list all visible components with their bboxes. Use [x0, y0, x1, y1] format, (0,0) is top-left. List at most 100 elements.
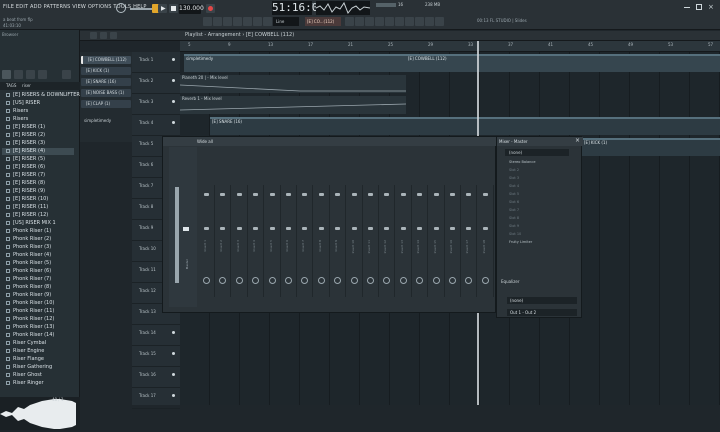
insert-led-icon[interactable] — [204, 193, 209, 196]
lock-icon[interactable] — [405, 17, 414, 26]
browser-item[interactable]: [E] RISER (6) — [6, 164, 45, 171]
mixer-insert-strip[interactable]: Insert 1 — [199, 185, 215, 297]
insert-fader-icon[interactable] — [335, 227, 341, 230]
browser-icon[interactable] — [385, 17, 394, 26]
effect-slot[interactable]: Slot 9 — [501, 223, 579, 230]
track-header[interactable]: Track 15 — [132, 346, 180, 367]
browser-item[interactable]: [E] RISERS & DOWNLIFTERS — [6, 92, 83, 99]
insert-route-knob[interactable] — [399, 277, 407, 284]
insert-led-icon[interactable] — [253, 193, 259, 196]
mic-icon[interactable] — [415, 17, 424, 26]
mixer-icon[interactable] — [375, 17, 384, 26]
close-icon[interactable]: × — [575, 137, 580, 144]
record-button[interactable] — [206, 4, 215, 13]
clip-kick[interactable]: [E] KICK (1) — [582, 138, 720, 156]
effect-slot[interactable]: Slot 4 — [501, 183, 579, 190]
mixer-view-label[interactable]: Wide all — [197, 139, 213, 144]
mixer-insert-strip[interactable]: Insert 15 — [429, 185, 445, 297]
insert-fader-icon[interactable] — [253, 227, 259, 230]
track-mute-icon[interactable] — [172, 352, 175, 355]
browser-item[interactable]: Phonk Riser (11) — [6, 308, 54, 315]
track-mute-icon[interactable] — [172, 373, 175, 376]
insert-route-knob[interactable] — [317, 277, 325, 284]
effect-slot[interactable]: Slot 6 — [501, 199, 579, 206]
browser-item[interactable]: Riser Flange — [6, 356, 44, 363]
wait-icon[interactable] — [213, 17, 222, 26]
insert-route-knob[interactable] — [481, 277, 489, 284]
browser-item[interactable]: Phonk Riser (6) — [6, 268, 51, 275]
song-position-clock[interactable]: 51:16:05 — [272, 1, 325, 15]
insert-route-knob[interactable] — [449, 277, 456, 284]
input-select[interactable]: (none) — [505, 149, 569, 156]
mixer-insert-strip[interactable]: Insert 12 — [379, 185, 396, 297]
blend-icon[interactable] — [253, 17, 262, 26]
mixer-insert-strip[interactable]: Insert 16 — [445, 185, 461, 297]
menu-add[interactable]: ADD — [30, 4, 42, 10]
insert-fader-icon[interactable] — [368, 227, 373, 230]
insert-route-knob[interactable] — [301, 277, 309, 284]
insert-route-knob[interactable] — [285, 277, 292, 284]
track-header[interactable]: Track 14 — [132, 325, 180, 346]
insert-route-knob[interactable] — [203, 277, 210, 284]
browser-item[interactable]: [E] RISER (5) — [6, 156, 45, 163]
insert-fader-icon[interactable] — [269, 227, 275, 230]
insert-route-knob[interactable] — [432, 277, 440, 284]
countdown-icon[interactable] — [223, 17, 232, 26]
news-panel[interactable]: 00:13 FL STUDIO | Slides — [477, 18, 527, 23]
insert-led-icon[interactable] — [220, 193, 226, 196]
browser-item[interactable]: Phonk Riser (12) — [6, 316, 54, 323]
browser-item[interactable]: Phonk Riser (5) — [6, 260, 51, 267]
browser-item[interactable]: [US] RISER — [6, 100, 40, 107]
clip-simpletimedy[interactable]: simpletimedy — [184, 54, 406, 72]
back-icon[interactable] — [14, 70, 23, 79]
browser-item[interactable]: Phonk Riser (2) — [6, 236, 51, 243]
insert-fader-icon[interactable] — [236, 227, 242, 230]
insert-route-knob[interactable] — [252, 277, 260, 284]
track-mute-icon[interactable] — [172, 121, 175, 124]
channel-rack-icon[interactable] — [365, 17, 374, 26]
effect-slot[interactable]: Slot 3 — [501, 175, 579, 182]
channel-item[interactable]: [E] NOISE BASS (1) — [81, 89, 131, 97]
browser-item[interactable]: [E] RISER (9) — [6, 188, 45, 195]
browser-item[interactable]: Riser Ghost — [6, 372, 42, 379]
channel-item[interactable]: [E] KICK (1) — [81, 67, 131, 75]
browser-item[interactable]: Phonk Riser (7) — [6, 276, 51, 283]
browser-item[interactable]: Phonk Riser (1) — [6, 228, 51, 235]
track-mute-icon[interactable] — [172, 79, 175, 82]
mixer-insert-strip[interactable]: Insert 10 — [347, 185, 363, 297]
channel-item[interactable]: [E] COWBELL (112) — [81, 56, 131, 64]
mixer-insert-strip[interactable]: Insert 9 — [330, 185, 347, 297]
mixer-insert-strip[interactable]: Insert 2 — [215, 185, 232, 297]
menu-patterns[interactable]: PATTERNS — [44, 4, 71, 10]
effect-slot[interactable]: Stereo Balance — [501, 159, 579, 166]
minimize-icon[interactable] — [684, 7, 690, 8]
insert-fader-icon[interactable] — [450, 227, 455, 230]
insert-led-icon[interactable] — [302, 193, 308, 196]
automation-clip-pianeth[interactable]: Pianeth 20 | - Mix level — [180, 75, 406, 93]
insert-led-icon[interactable] — [417, 193, 423, 196]
link-icon[interactable] — [90, 32, 97, 39]
send-select[interactable]: (none) — [507, 297, 577, 304]
browser-item[interactable]: Phonk Riser (13) — [6, 324, 54, 331]
mixer-insert-strip[interactable]: Insert 3 — [232, 185, 248, 297]
insert-route-knob[interactable] — [268, 277, 276, 284]
browser-item[interactable]: Riser Ringer — [6, 380, 44, 387]
search-icon[interactable] — [62, 70, 71, 79]
insert-led-icon[interactable] — [318, 193, 324, 196]
channel-item[interactable]: [E] SNARE (16) — [81, 78, 131, 86]
insert-route-knob[interactable] — [367, 277, 374, 284]
help-icon[interactable] — [435, 17, 444, 26]
folder-icon[interactable] — [26, 70, 35, 79]
insert-fader-icon[interactable] — [302, 227, 308, 230]
snap-mode-select[interactable]: Line — [273, 17, 299, 26]
browser-item[interactable]: Phonk Riser (4) — [6, 252, 51, 259]
insert-fader-icon[interactable] — [318, 227, 324, 230]
browser-item[interactable]: [E] RISER (7) — [6, 172, 45, 179]
step-edit-icon[interactable] — [243, 17, 252, 26]
browser-item[interactable]: [E] RISER (12) — [6, 212, 48, 219]
channel-item[interactable]: [E] CLAP (1) — [81, 100, 131, 108]
insert-led-icon[interactable] — [269, 193, 275, 196]
mixer-insert-strip[interactable]: Insert 4 — [248, 185, 265, 297]
play-button[interactable]: ▶ — [158, 4, 167, 13]
effect-slot[interactable]: Slot 8 — [501, 215, 579, 222]
